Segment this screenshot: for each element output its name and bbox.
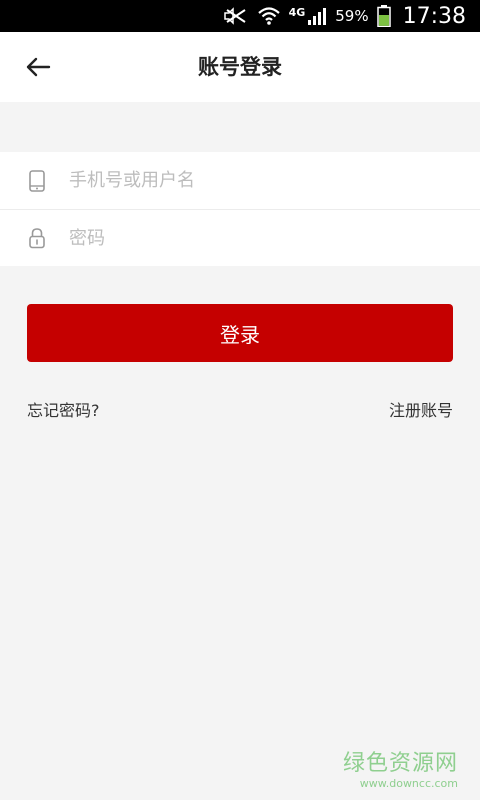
battery-percent: 59% bbox=[335, 7, 369, 25]
watermark-url: www.downcc.com bbox=[359, 777, 458, 790]
signal-icon bbox=[308, 8, 327, 25]
password-row bbox=[0, 209, 480, 267]
register-link[interactable]: 注册账号 bbox=[389, 397, 453, 421]
battery-icon bbox=[376, 5, 391, 27]
network-type-label: 4G bbox=[288, 5, 306, 19]
password-input[interactable] bbox=[69, 210, 449, 267]
login-page: 4G 59% 17:38 账号登录 手机号或用户名 登录 忘记密码? 注册账号 … bbox=[0, 0, 480, 800]
page-title: 账号登录 bbox=[198, 55, 282, 79]
username-row bbox=[0, 152, 480, 209]
watermark: 绿色资源网 www.downcc.com bbox=[343, 745, 458, 790]
lock-icon bbox=[29, 228, 45, 249]
login-form bbox=[0, 152, 480, 267]
watermark-brand: 绿色资源网 bbox=[342, 751, 458, 776]
back-arrow-icon bbox=[26, 57, 51, 77]
phone-icon bbox=[29, 169, 45, 192]
back-button[interactable] bbox=[18, 52, 58, 82]
mute-icon bbox=[223, 7, 246, 25]
status-bar: 4G 59% 17:38 bbox=[0, 0, 480, 32]
username-input[interactable] bbox=[69, 152, 449, 209]
forgot-password-link[interactable]: 忘记密码? bbox=[27, 397, 100, 421]
login-button[interactable]: 登录 bbox=[27, 304, 453, 362]
header-bar: 账号登录 bbox=[0, 32, 480, 102]
clock: 17:38 bbox=[402, 3, 466, 29]
wifi-icon bbox=[257, 7, 280, 25]
